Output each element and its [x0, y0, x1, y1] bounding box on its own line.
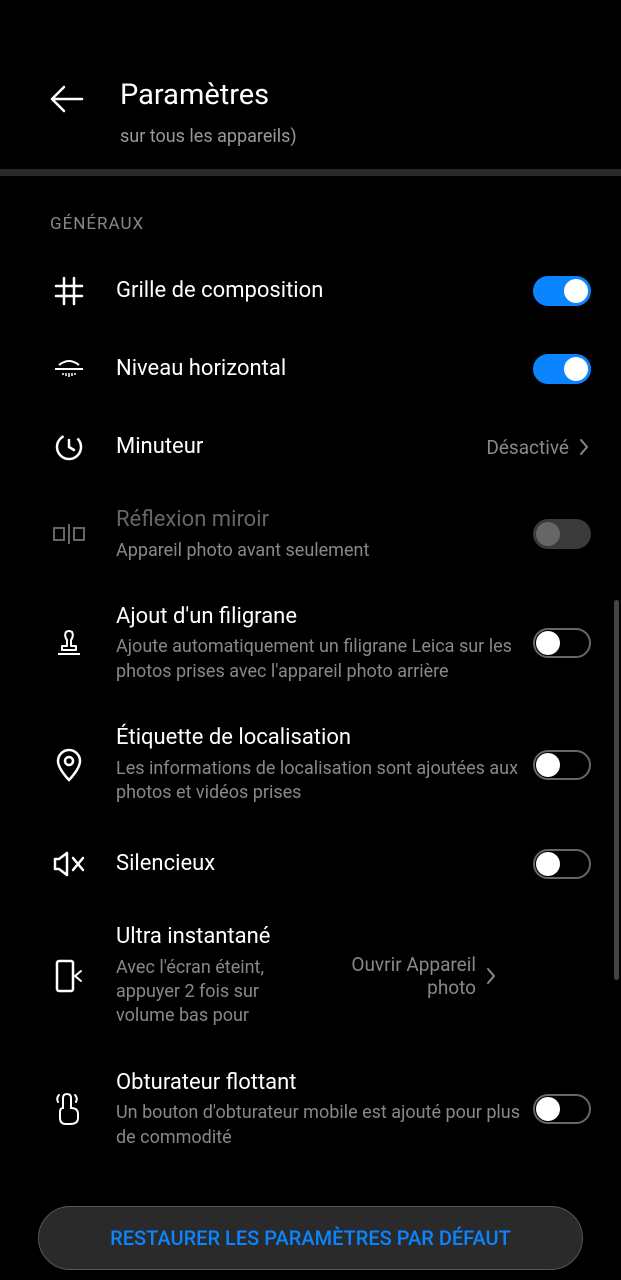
setting-location[interactable]: Étiquette de localisation Les informatio…	[50, 704, 621, 825]
location-icon	[50, 746, 88, 784]
mute-icon	[50, 845, 88, 883]
grid-toggle[interactable]	[533, 276, 591, 306]
mirror-toggle	[533, 519, 591, 549]
setting-title: Étiquette de localisation	[116, 724, 533, 753]
back-button[interactable]	[50, 82, 84, 116]
ultra-value: Ouvrir Appareil photo	[316, 953, 476, 999]
setting-watermark[interactable]: Ajout d'un filigrane Ajoute automatiquem…	[50, 583, 621, 704]
setting-title: Minuteur	[116, 433, 486, 462]
location-toggle[interactable]	[533, 750, 591, 780]
scrollbar[interactable]	[614, 600, 619, 980]
stamp-icon	[50, 624, 88, 662]
mute-toggle[interactable]	[533, 849, 591, 879]
setting-title: Niveau horizontal	[116, 355, 533, 384]
watermark-toggle[interactable]	[533, 628, 591, 658]
timer-value: Désactivé	[486, 436, 569, 459]
setting-description: Les informations de localisation sont aj…	[116, 757, 533, 806]
setting-mute[interactable]: Silencieux	[50, 825, 621, 903]
phone-quick-icon	[50, 957, 88, 995]
setting-level[interactable]: Niveau horizontal	[50, 330, 621, 408]
setting-ultra[interactable]: Ultra instantané Avec l'écran éteint, ap…	[50, 903, 621, 1048]
setting-description: Ajoute automatiquement un filigrane Leic…	[116, 635, 533, 684]
floating-toggle[interactable]	[533, 1094, 591, 1124]
setting-title: Obturateur flottant	[116, 1069, 533, 1098]
mirror-icon	[50, 515, 88, 553]
setting-title: Ajout d'un filigrane	[116, 603, 533, 632]
setting-description: Avec l'écran éteint, appuyer 2 fois sur …	[116, 956, 316, 1029]
level-toggle[interactable]	[533, 354, 591, 384]
page-subtitle: sur tous les appareils)	[120, 126, 297, 147]
level-icon	[50, 350, 88, 388]
section-divider	[0, 169, 621, 176]
page-title: Paramètres	[120, 78, 297, 112]
section-header: GÉNÉRAUX	[0, 176, 621, 252]
setting-title: Silencieux	[116, 850, 533, 879]
setting-floating-shutter[interactable]: Obturateur flottant Un bouton d'obturate…	[50, 1049, 621, 1170]
timer-icon	[50, 428, 88, 466]
setting-title: Grille de composition	[116, 277, 533, 306]
grid-icon	[50, 272, 88, 310]
chevron-right-icon	[577, 435, 591, 459]
setting-grid[interactable]: Grille de composition	[50, 252, 621, 330]
setting-title: Réflexion miroir	[116, 506, 533, 535]
setting-timer[interactable]: Minuteur Désactivé	[50, 408, 621, 486]
setting-description: Un bouton d'obturateur mobile est ajouté…	[116, 1101, 533, 1150]
setting-description: Appareil photo avant seulement	[116, 539, 533, 563]
touch-icon	[50, 1090, 88, 1128]
setting-mirror: Réflexion miroir Appareil photo avant se…	[50, 486, 621, 583]
chevron-right-icon	[484, 964, 498, 988]
restore-defaults-button[interactable]: RESTAURER LES PARAMÈTRES PAR DÉFAUT	[38, 1206, 583, 1270]
setting-title: Ultra instantané	[116, 923, 316, 952]
